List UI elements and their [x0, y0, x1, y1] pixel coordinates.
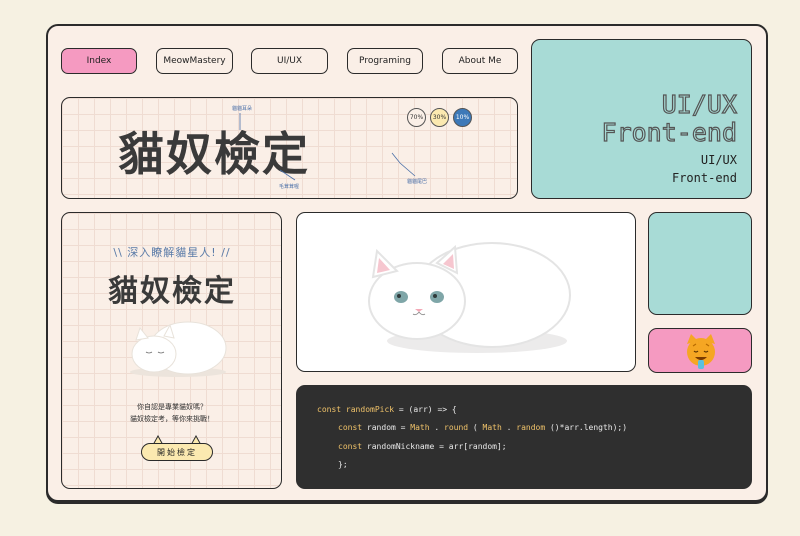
emoji-panel	[648, 328, 752, 373]
hero-frontend: Front-end	[671, 171, 737, 185]
start-quiz-button[interactable]: 開始檢定	[141, 443, 213, 461]
hero-outline-frontend: Front-end	[601, 117, 738, 147]
code-line-3: const randomNickname = arr[random];	[338, 442, 507, 451]
code-text: =	[395, 423, 411, 432]
nav-index[interactable]: Index	[61, 48, 137, 74]
nav-programing[interactable]: Programing	[347, 48, 423, 74]
hero-panel: UI/UX Front-end UI/UX Front-end	[531, 39, 752, 199]
code-keyword: const	[317, 405, 342, 414]
code-text: = arr[random];	[434, 442, 507, 451]
teal-side-panel	[648, 212, 752, 315]
nav-uiux[interactable]: UI/UX	[251, 48, 328, 74]
nav-meowmastery[interactable]: MeowMastery	[156, 48, 233, 74]
code-identifier: random	[366, 423, 396, 432]
card-subtitle: \\ 深入瞭解貓星人! //	[113, 246, 231, 259]
cat-emoji-icon	[687, 334, 715, 369]
code-line-1: const randomPick = (arr) => {	[317, 405, 457, 414]
code-identifier: randomNickname	[366, 442, 435, 451]
card-text-line1: 你自認是專業貓奴嗎？	[137, 403, 207, 411]
hero-uiux: UI/UX	[700, 153, 737, 167]
code-method: round	[444, 423, 469, 432]
code-method: random	[516, 423, 546, 432]
hero-outline-uiux: UI/UX	[661, 89, 737, 119]
code-text: = (arr) => {	[394, 405, 457, 414]
percent-30: 30%	[430, 108, 449, 127]
code-line-2: const random = Math . round ( Math . ran…	[338, 423, 627, 432]
percent-70: 70%	[407, 108, 426, 127]
percent-10: 10%	[453, 108, 472, 127]
sleeping-cat-large-icon	[368, 242, 571, 353]
card-text-line2: 貓奴檢定考，等你來挑戰！	[130, 415, 214, 423]
card-title: 貓奴檢定	[108, 274, 236, 309]
code-panel	[296, 385, 752, 489]
code-class: Math	[482, 423, 502, 432]
code-text: (	[468, 423, 483, 432]
code-keyword: const	[338, 423, 363, 432]
nav-about-me[interactable]: About Me	[442, 48, 518, 74]
code-line-4: };	[338, 460, 348, 469]
code-class: Math	[410, 423, 430, 432]
sleeping-cat-small-icon	[130, 321, 227, 377]
code-text: .	[429, 423, 444, 432]
code-text: ()*arr.length);)	[545, 423, 628, 432]
code-identifier: randomPick	[345, 405, 395, 414]
code-text: .	[501, 423, 517, 432]
code-keyword: const	[338, 442, 363, 451]
cat-image-panel	[296, 212, 636, 372]
